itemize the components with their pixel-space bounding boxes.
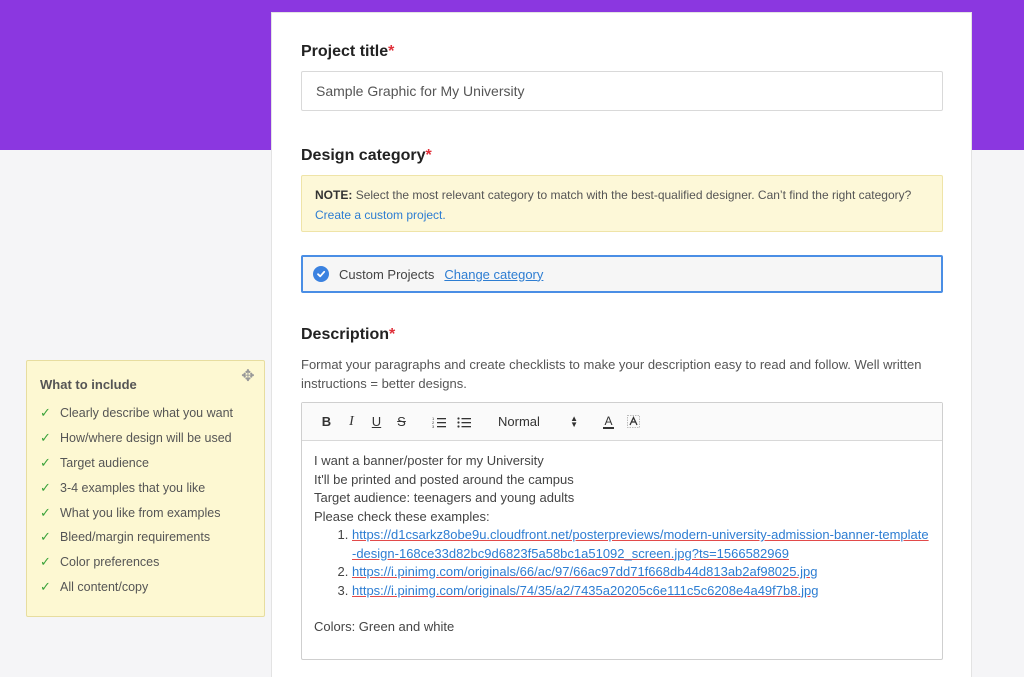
list-item: ✓ Color preferences xyxy=(40,554,160,570)
select-arrows-icon: ▲ ▼ xyxy=(570,413,578,429)
create-custom-project-link[interactable]: Create a custom project. xyxy=(315,208,446,222)
check-icon: ✓ xyxy=(40,554,51,570)
design-category-label: Design category* xyxy=(301,147,432,164)
example-link-3[interactable]: https://i.pinimg.com/originals/74/35/a2/… xyxy=(352,583,818,598)
check-icon: ✓ xyxy=(40,529,51,545)
list-item: ✓ Clearly describe what you want xyxy=(40,405,233,421)
note-text: Select the most relevant category to mat… xyxy=(355,188,912,202)
note-prefix: NOTE: xyxy=(315,188,353,202)
editor-line: Colors: Green and white xyxy=(314,619,455,634)
text-size-select[interactable]: Normal ▲ ▼ xyxy=(498,414,578,429)
underline-button[interactable]: U xyxy=(364,411,389,433)
text-color-button[interactable]: A xyxy=(596,411,621,433)
strikethrough-button[interactable]: S xyxy=(389,411,414,433)
svg-text:3: 3 xyxy=(432,424,435,428)
check-icon: ✓ xyxy=(40,504,51,520)
list-item: ✓ Target audience xyxy=(40,454,149,470)
text-size-value: Normal xyxy=(498,414,540,429)
required-mark: * xyxy=(389,326,396,343)
description-help-text: Format your paragraphs and create checkl… xyxy=(301,357,922,391)
list-item: https://i.pinimg.com/originals/74/35/a2/… xyxy=(352,582,930,601)
selected-category-label: Custom Projects xyxy=(339,266,435,282)
example-links-list: https://d1csarkz8obe9u.cloudfront.net/po… xyxy=(352,526,930,600)
check-icon: ✓ xyxy=(40,405,51,421)
list-item: https://i.pinimg.com/originals/66/ac/97/… xyxy=(352,563,930,582)
description-editor[interactable]: B I U S 123 Normal ▲ ▼ A I want a banner… xyxy=(301,402,943,660)
panel-title: What to include xyxy=(40,377,137,392)
check-circle-icon xyxy=(313,266,329,282)
editor-line: Target audience: teenagers and young adu… xyxy=(314,490,575,505)
change-category-link[interactable]: Change category xyxy=(444,267,543,282)
check-icon: ✓ xyxy=(40,430,51,446)
list-item: https://d1csarkz8obe9u.cloudfront.net/po… xyxy=(352,526,930,563)
what-to-include-panel: ✥ What to include ✓ Clearly describe what… xyxy=(26,360,265,617)
bullet-list-icon[interactable] xyxy=(451,411,476,433)
required-mark: * xyxy=(425,147,432,164)
project-form-card: Project title* Design category* NOTE: Se… xyxy=(271,12,972,677)
project-title-input[interactable] xyxy=(301,71,943,111)
check-icon: ✓ xyxy=(40,578,51,594)
editor-line: It'll be printed and posted around the c… xyxy=(314,471,574,487)
list-item: ✓ How/where design will be used xyxy=(40,430,232,446)
editor-toolbar: B I U S 123 Normal ▲ ▼ A xyxy=(302,403,942,441)
selected-category[interactable]: Custom Projects Change category xyxy=(301,255,943,293)
bold-button[interactable]: B xyxy=(314,411,339,433)
italic-button[interactable]: I xyxy=(339,411,364,433)
editor-line: I want a banner/poster for my University xyxy=(314,453,544,468)
highlight-color-icon[interactable] xyxy=(621,411,646,433)
category-note: NOTE: Select the most relevant category … xyxy=(301,175,943,232)
move-icon[interactable]: ✥ xyxy=(238,367,258,387)
example-link-2[interactable]: https://i.pinimg.com/originals/66/ac/97/… xyxy=(352,564,817,579)
list-item: ✓ 3-4 examples that you like xyxy=(40,479,206,495)
project-title-label: Project title* xyxy=(301,43,395,60)
list-item: ✓ What you like from examples xyxy=(40,504,221,520)
editor-line: Please check these examples: xyxy=(314,508,490,524)
description-label: Description* xyxy=(301,326,396,343)
required-mark: * xyxy=(388,43,395,60)
editor-content[interactable]: I want a banner/poster for my University… xyxy=(302,441,942,648)
ordered-list-icon[interactable]: 123 xyxy=(426,411,451,433)
list-item: ✓ All content/copy xyxy=(40,578,149,594)
check-icon: ✓ xyxy=(40,454,51,470)
list-item: ✓ Bleed/margin requirements xyxy=(40,529,211,545)
example-link-1[interactable]: https://d1csarkz8obe9u.cloudfront.net/po… xyxy=(352,527,929,561)
check-icon: ✓ xyxy=(40,479,51,495)
